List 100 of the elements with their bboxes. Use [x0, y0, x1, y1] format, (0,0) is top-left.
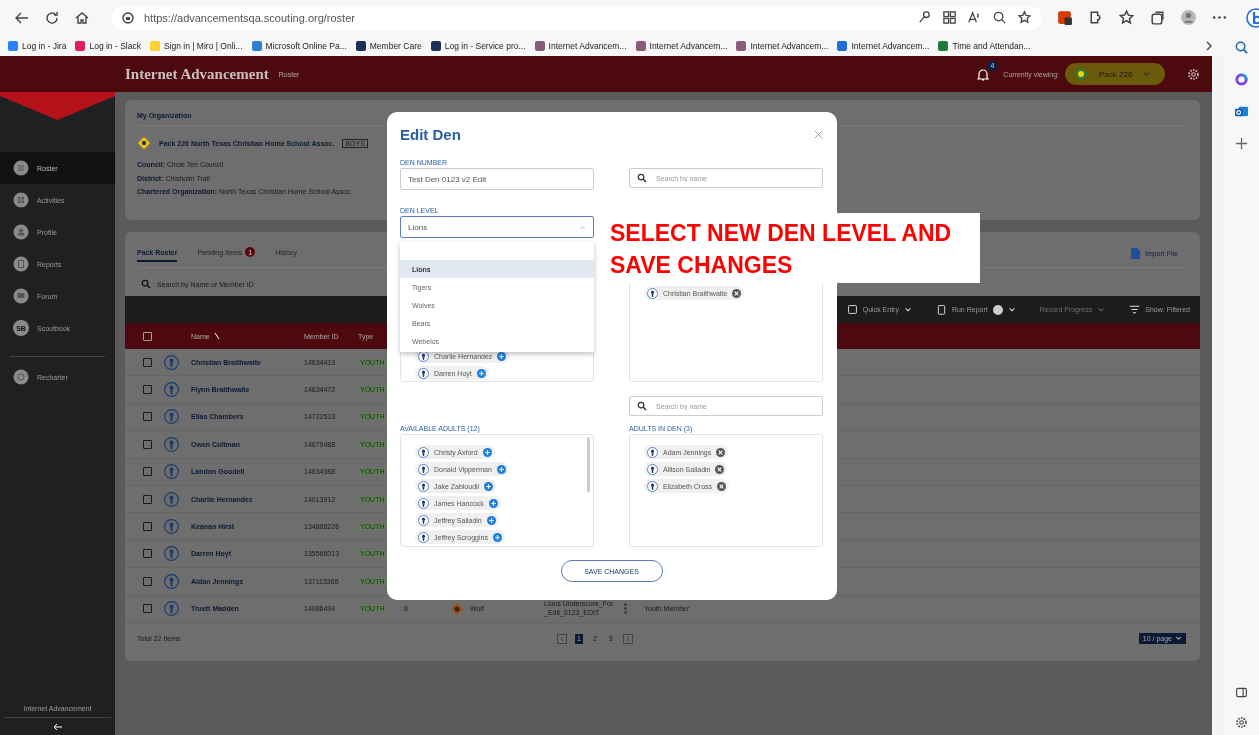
checkbox[interactable]: [143, 331, 152, 341]
search-icon: [637, 401, 647, 411]
avatar-icon: [418, 497, 429, 509]
avatar-icon: [647, 446, 658, 458]
add-icon[interactable]: [476, 368, 486, 378]
ring-icon[interactable]: [1234, 72, 1249, 87]
avatar-icon: [418, 531, 429, 543]
checkbox[interactable]: [143, 522, 152, 532]
checkbox[interactable]: [143, 494, 152, 504]
bookmark-link[interactable]: Internet Advancem...: [736, 40, 829, 51]
dialog-title: Edit Den: [400, 125, 461, 143]
star-add-icon[interactable]: [1017, 10, 1032, 25]
avatar-icon: [163, 601, 179, 617]
home-icon[interactable]: [74, 9, 90, 26]
avatar-icon: [418, 367, 429, 379]
add-icon[interactable]: [482, 447, 492, 457]
profile-icon[interactable]: [1180, 9, 1197, 26]
checkbox[interactable]: [143, 385, 152, 395]
checkbox[interactable]: [143, 357, 152, 367]
avatar-icon: [163, 491, 179, 507]
avatar-icon: [163, 519, 179, 535]
panel-icon[interactable]: [1235, 686, 1248, 699]
checkbox[interactable]: [143, 439, 152, 449]
add-icon[interactable]: [492, 532, 502, 542]
checkbox[interactable]: [143, 549, 152, 559]
avatar-icon: [163, 573, 179, 589]
bookmark-link[interactable]: Microsoft Online Pa...: [251, 40, 347, 51]
avatar-icon: [418, 463, 429, 475]
diamond-icon: [1073, 66, 1089, 82]
favorites-icon[interactable]: [1118, 9, 1135, 26]
bookmark-link[interactable]: Log in - Service pro...: [430, 40, 526, 51]
bookmark-link[interactable]: Log in - Slack: [75, 40, 141, 51]
checkbox[interactable]: [143, 467, 152, 477]
grid-icon[interactable]: [942, 10, 957, 25]
avatar-icon: [647, 463, 658, 475]
add-icon[interactable]: [486, 515, 496, 525]
add-icon[interactable]: [484, 481, 494, 491]
back-arrow-icon[interactable]: [52, 723, 63, 731]
avatar-icon: [418, 446, 429, 458]
address-bar[interactable]: https://advancementsqa.scouting.org/roster: [112, 5, 1042, 30]
refresh-icon[interactable]: [44, 9, 60, 26]
document-icon: [13, 256, 29, 272]
mail-icon[interactable]: [1234, 104, 1249, 119]
bookmark-link[interactable]: Internet Advancem...: [534, 40, 627, 51]
bookmark-link[interactable]: Internet Advancem...: [837, 40, 930, 51]
key-icon[interactable]: [917, 10, 932, 25]
bookmark-link[interactable]: Internet Advancem...: [635, 40, 728, 51]
checkbox[interactable]: [143, 412, 152, 422]
url-text: https://advancementsqa.scouting.org/roster: [144, 11, 355, 24]
bookmark-link[interactable]: Time and Attendan...: [938, 40, 1031, 51]
checkbox-icon: [846, 304, 858, 315]
den-level-select[interactable]: Lions: [400, 216, 594, 238]
bookmark-link[interactable]: Log in - Jira: [8, 40, 67, 51]
zoom-icon[interactable]: [992, 10, 1007, 25]
avatar-icon: [647, 287, 658, 299]
remove-icon[interactable]: [715, 464, 725, 474]
avatar-icon: [418, 480, 429, 492]
close-icon[interactable]: [814, 129, 823, 139]
caret-icon: [1097, 305, 1106, 314]
circle-icon: [13, 369, 29, 385]
settings-icon[interactable]: [1235, 716, 1248, 729]
grid-icon: [13, 192, 29, 208]
avatar-icon: [163, 436, 179, 452]
chevron-right-icon[interactable]: [1204, 40, 1214, 51]
caret-icon: [1175, 635, 1182, 643]
remove-icon[interactable]: [732, 288, 742, 298]
caret-icon: [1142, 69, 1152, 79]
bookmark-link[interactable]: Sign in | Miro | Onli...: [149, 40, 243, 51]
plus-icon[interactable]: [1234, 136, 1249, 151]
person-icon: [13, 224, 29, 240]
avatar-icon: [163, 409, 179, 425]
caret-icon: [903, 305, 912, 314]
remove-icon[interactable]: [716, 447, 726, 457]
collections-icon[interactable]: [1149, 9, 1166, 26]
add-icon[interactable]: [496, 464, 506, 474]
caret-icon: [1007, 305, 1016, 314]
kebab-icon[interactable]: [624, 603, 627, 615]
den-number-field[interactable]: Test Den 0123 v2 Edit: [400, 168, 594, 190]
avatar-icon: [163, 354, 179, 370]
remove-icon[interactable]: [717, 481, 727, 491]
file-icon: [1130, 247, 1140, 259]
checkbox[interactable]: [143, 604, 152, 614]
clipboard-icon: [935, 304, 947, 315]
read-aloud-icon[interactable]: [967, 10, 982, 25]
caret-up-icon: [579, 223, 586, 231]
avatar-icon: [418, 514, 429, 526]
scrollbar[interactable]: [587, 437, 590, 492]
search-icon: [637, 173, 647, 183]
bookmark-link[interactable]: Member Care: [355, 40, 422, 51]
diamond-icon: [450, 601, 464, 616]
add-icon[interactable]: [497, 351, 507, 361]
search-icon: [141, 279, 151, 289]
avatar-icon: [647, 480, 658, 492]
avatar-icon: [163, 464, 179, 480]
checkbox[interactable]: [143, 576, 152, 586]
bell-icon[interactable]: [977, 67, 990, 81]
office-icon[interactable]: [1056, 9, 1073, 26]
search-icon[interactable]: [1234, 40, 1249, 55]
add-icon[interactable]: [488, 498, 498, 508]
avatar-icon: [163, 382, 179, 398]
